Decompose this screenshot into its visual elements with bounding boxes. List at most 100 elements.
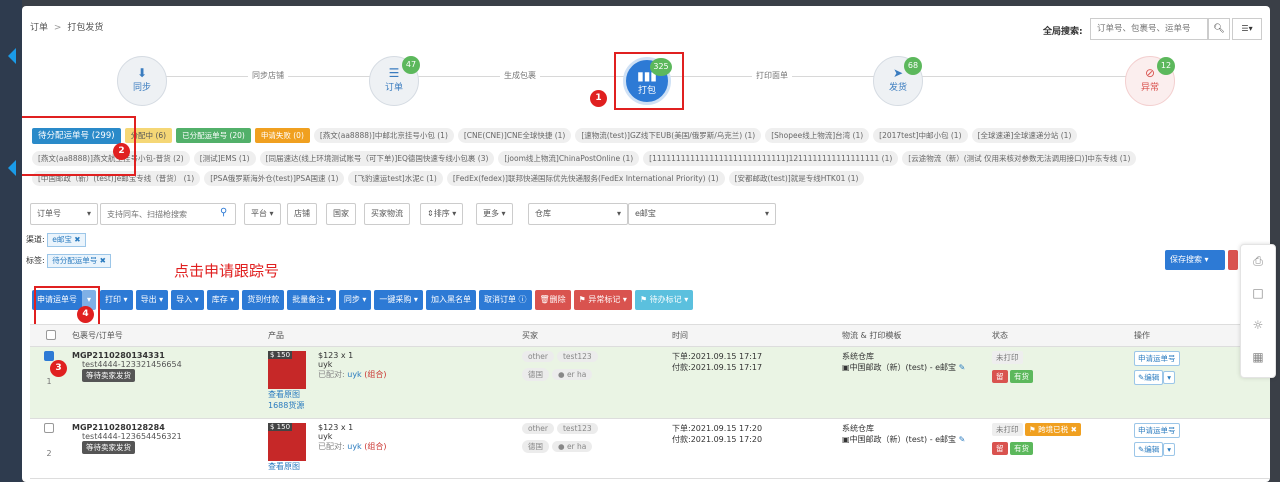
platform-filter[interactable]: 平台 ▾	[244, 203, 281, 225]
channel-tag[interactable]: [PSA俄罗斯海外仓(test)]PSA国速 (1)	[204, 171, 345, 186]
buyer-name: er ha	[566, 370, 587, 379]
support-icon[interactable]: ☼	[1241, 309, 1275, 341]
cancel-order-button[interactable]: 取消订单 ⓘ	[478, 290, 532, 310]
close-icon[interactable]: ✖	[100, 256, 106, 265]
view-menu-icon[interactable]: ☰▾	[1232, 18, 1262, 40]
edit-icon[interactable]: ✎	[959, 435, 966, 444]
tab-failed[interactable]: 申请失败 (0)	[254, 128, 310, 143]
caret-down-icon[interactable]: ▾	[1163, 371, 1176, 384]
product-qty: $123 x 1	[318, 351, 354, 360]
channel-tag[interactable]: [2017test]中邮小包 (1)	[873, 128, 968, 143]
note-badge: 留	[992, 442, 1008, 455]
channel-tag[interactable]: [全球速递]全球速递分站 (1)	[971, 128, 1078, 143]
channel-tag[interactable]: [CNE(CNE)]CNE全球快捷 (1)	[457, 128, 572, 143]
delete-button[interactable]: 🗑︎删除	[534, 290, 571, 310]
blacklist-button[interactable]: 加入黑名单	[425, 290, 476, 310]
close-icon[interactable]: ✖	[1071, 425, 1077, 434]
breadcrumb-root[interactable]: 订单	[30, 23, 48, 33]
close-icon[interactable]: ✖	[74, 235, 80, 244]
order-search-input[interactable]	[100, 203, 236, 225]
print-button[interactable]: 打印 ▾	[100, 290, 133, 310]
edit-button[interactable]: ✎编辑	[1134, 370, 1164, 385]
download-icon: ⬇	[136, 66, 148, 80]
one-click-purchase-button[interactable]: 一键采购 ▾	[374, 290, 423, 310]
apply-tracking-row-button[interactable]: 申请运单号	[1134, 423, 1180, 438]
print-status: 未打印	[992, 423, 1023, 436]
channel-tag[interactable]: [同届速达(线上环境测试账号（可下单)]EQ德国快速专线小包裹 (3)	[259, 151, 495, 166]
table-row[interactable]: 1 MGP2110280134331 test4444-123321456654 等…	[30, 346, 1270, 419]
tag-filter-chip[interactable]: 待分配运单号 ✖	[47, 254, 111, 268]
channel-tag[interactable]: [飞豹速运test]水泥c (1)	[348, 171, 443, 186]
warehouse-select[interactable]: 仓库 ▾	[528, 203, 628, 225]
global-search-input[interactable]	[1090, 18, 1208, 40]
channel-tag[interactable]: [燕文(aa8888)]中邮北京挂号小包 (1)	[313, 128, 454, 143]
chat-icon[interactable]: □	[1241, 277, 1275, 309]
order-time: 下单:2021.09.15 17:20	[672, 424, 763, 433]
channel-select[interactable]: e邮宝 ▾	[628, 203, 776, 225]
package-no[interactable]: MGP2110280128284	[72, 423, 260, 432]
package-no[interactable]: MGP2110280134331	[72, 351, 260, 360]
sort-filter[interactable]: ⇕排序 ▾	[420, 203, 464, 225]
save-search-button[interactable]: 保存搜索 ▾	[1165, 250, 1225, 270]
matched-link[interactable]: uyk	[347, 370, 361, 379]
note-badge: 留	[992, 370, 1008, 383]
batch-note-button[interactable]: 批量备注 ▾	[287, 290, 336, 310]
matched-link[interactable]: uyk	[347, 442, 361, 451]
search-icon[interactable]: ⚲	[220, 207, 227, 218]
channel-tag[interactable]: [云途物流（新）(测试 仅用来核对参数无法调用接口)]中东专线 (1)	[902, 151, 1137, 166]
inventory-button[interactable]: 库存 ▾	[206, 290, 240, 310]
info-icon: ⓘ	[518, 295, 527, 304]
collapse-arrow-icon[interactable]	[8, 160, 16, 176]
channel-tag[interactable]: [FedEx(fedex)]联邦快递国际优先快递服务(FedEx Interna…	[446, 171, 725, 186]
clear-filter-button[interactable]	[1228, 250, 1238, 270]
export-button[interactable]: 导出 ▾	[135, 290, 169, 310]
row-checkbox[interactable]	[44, 423, 54, 433]
view-image-link[interactable]: 查看原图	[268, 461, 312, 472]
step-sync[interactable]: ⬇ 同步	[117, 56, 167, 106]
product-image[interactable]: $ 150	[268, 351, 306, 389]
more-filter[interactable]: 更多 ▾	[476, 203, 513, 225]
sync-button[interactable]: 同步 ▾	[338, 290, 372, 310]
source-1688-link[interactable]: 1688货源	[268, 400, 312, 411]
channel-tag[interactable]: [joom线上物流]ChinaPostOnline (1)	[498, 151, 640, 166]
breadcrumb-separator: >	[53, 23, 62, 33]
channel-filter-chip[interactable]: e邮宝 ✖	[47, 233, 86, 247]
tab-assigned[interactable]: 已分配运单号 (20)	[176, 128, 251, 143]
product-image[interactable]: $ 150	[268, 423, 306, 461]
tag-filter-label: 标签:	[26, 256, 45, 265]
pay-time: 付款:2021.09.15 17:17	[672, 363, 763, 372]
channel-tag[interactable]: [安都邮政(test)]就是专线HTK01 (1)	[728, 171, 865, 186]
search-icon[interactable]: 🔍︎	[1208, 18, 1230, 40]
col-logistics: 物流 & 打印模板	[838, 324, 988, 347]
cod-button[interactable]: 货到付款	[242, 290, 285, 310]
shop-filter[interactable]: 店铺	[287, 203, 317, 225]
collapse-arrow-icon[interactable]	[8, 48, 16, 64]
channel-tag[interactable]: [速物流(test)]GZ线下EUB(美国/俄罗斯/乌克兰) (1)	[575, 128, 762, 143]
channel-tag[interactable]: [测试]EMS (1)	[193, 151, 256, 166]
apply-tracking-row-button[interactable]: 申请运单号	[1134, 351, 1180, 366]
country-filter[interactable]: 国家	[326, 203, 356, 225]
todo-mark-button[interactable]: ⚑ 待办标记 ▾	[634, 290, 694, 310]
select-all-checkbox[interactable]	[46, 329, 56, 340]
batch-note-label: 批量备注	[292, 295, 325, 304]
order-no-label: 订单号	[37, 209, 61, 218]
import-button[interactable]: 导入 ▾	[171, 290, 204, 310]
truck-icon: ▣	[842, 435, 850, 444]
row-checkbox[interactable]	[44, 351, 54, 361]
caret-down-icon[interactable]: ▾	[1163, 443, 1176, 456]
tag-icon: ⚑	[1029, 425, 1036, 434]
order-no-select[interactable]: 订单号 ▾	[30, 203, 98, 225]
view-image-link[interactable]: 查看原图	[268, 389, 312, 400]
edit-button[interactable]: ✎编辑	[1134, 442, 1164, 457]
order-time: 下单:2021.09.15 17:17	[672, 352, 763, 361]
qrcode-icon[interactable]: ▦	[1241, 341, 1275, 373]
sort-label: 排序	[433, 209, 450, 218]
edit-icon[interactable]: ✎	[959, 363, 966, 372]
channel-filter-row: 渠道: e邮宝 ✖	[26, 233, 86, 247]
channel-tag[interactable]: [Shopee线上物流]台湾 (1)	[765, 128, 870, 143]
stamp-icon[interactable]: ⎙	[1241, 245, 1275, 277]
table-row[interactable]: 2 MGP2110280128284 test4444-123654456321 等…	[30, 418, 1270, 479]
exception-mark-button[interactable]: ⚑ 异常标记 ▾	[573, 290, 632, 310]
buyer-logistics-filter[interactable]: 买家物流	[364, 203, 410, 225]
channel-tag[interactable]: [1111111111111111111111111111]1211111111…	[643, 151, 899, 166]
